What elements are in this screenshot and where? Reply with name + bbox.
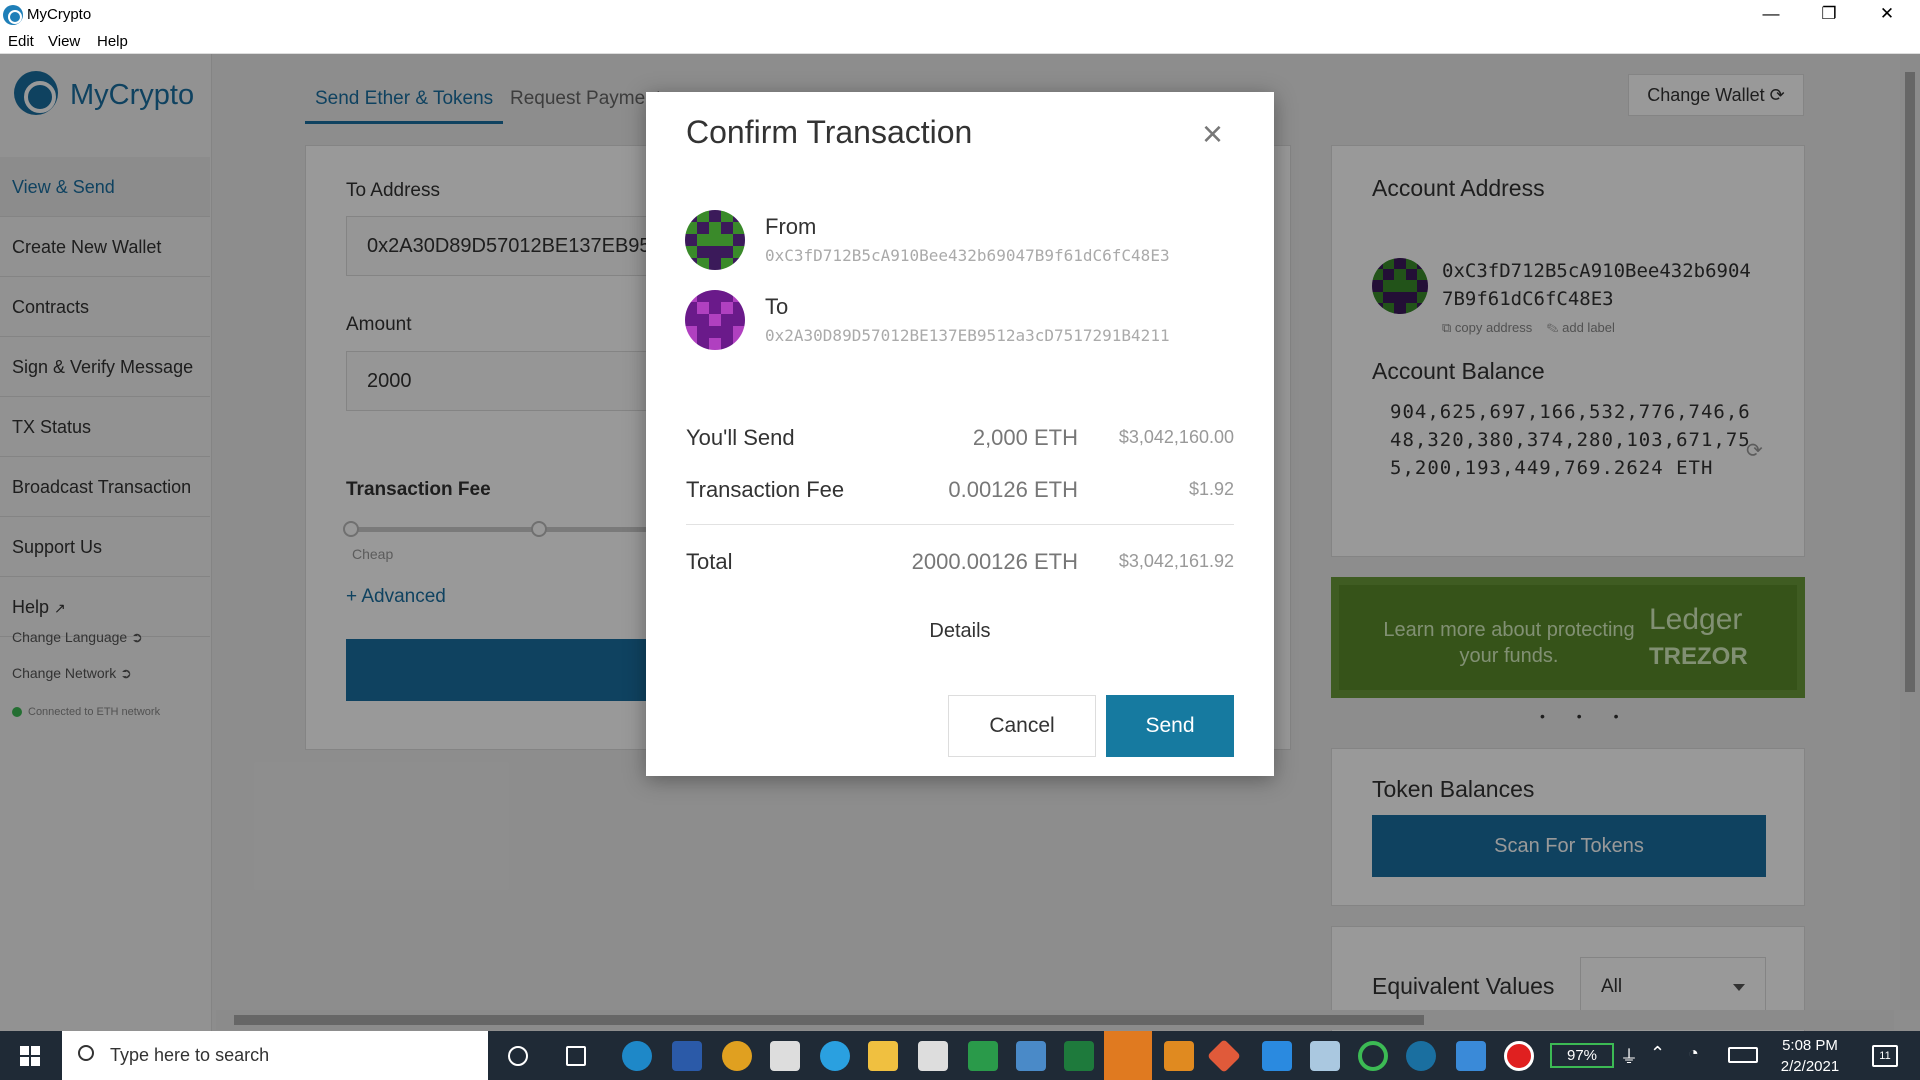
- modal-divider: [686, 524, 1234, 525]
- modal-title: Confirm Transaction: [686, 114, 973, 150]
- menu-help[interactable]: Help: [97, 33, 128, 50]
- wifi-icon[interactable]: ◔: [1688, 1043, 1699, 1064]
- total-label: Total: [686, 549, 733, 574]
- title-bar: MyCrypto — ❐ ✕: [0, 0, 1920, 30]
- file-explorer-icon[interactable]: [868, 1041, 898, 1071]
- close-icon[interactable]: ×: [1202, 116, 1223, 152]
- total-eth: 2000.00126 ETH: [911, 549, 1078, 574]
- fee-label: Transaction Fee: [686, 477, 845, 502]
- edge-icon[interactable]: [622, 1041, 652, 1071]
- you-send-usd: $3,042,160.00: [1118, 427, 1234, 447]
- to-label: To: [765, 294, 789, 319]
- mail-icon[interactable]: [1016, 1041, 1046, 1071]
- excel-icon[interactable]: [1064, 1041, 1094, 1071]
- menu-bar: Edit View Help: [0, 30, 1920, 54]
- app-icon-paper[interactable]: [1310, 1041, 1340, 1071]
- windows-start-button[interactable]: [0, 1031, 60, 1080]
- slack-icon[interactable]: [1104, 1031, 1152, 1080]
- to-address: 0x2A30D89D57012BE137EB9512a3cD7517291B42…: [765, 326, 1170, 345]
- power-plug-icon: ⏚: [1620, 1047, 1638, 1067]
- menu-view[interactable]: View: [48, 33, 80, 50]
- close-window-button[interactable]: ✕: [1858, 0, 1916, 30]
- store-icon[interactable]: [918, 1041, 948, 1071]
- cancel-button[interactable]: Cancel: [948, 695, 1096, 757]
- app-icon-ring[interactable]: [1358, 1041, 1388, 1071]
- clock-date: 2/2/2021: [1780, 1058, 1840, 1075]
- app-icon-x[interactable]: [1164, 1041, 1194, 1071]
- internet-explorer-icon[interactable]: [820, 1041, 850, 1071]
- word-icon[interactable]: [672, 1041, 702, 1071]
- fee-usd: $1.92: [1188, 479, 1234, 499]
- from-label: From: [765, 214, 817, 239]
- from-identicon: [685, 210, 745, 270]
- restore-button[interactable]: ❐: [1800, 0, 1858, 30]
- send-button[interactable]: Send: [1106, 695, 1234, 757]
- to-identicon: [685, 290, 745, 350]
- notification-center-icon[interactable]: 11: [1872, 1045, 1898, 1067]
- clock-time: 5:08 PM: [1782, 1037, 1838, 1054]
- search-icon: [78, 1045, 94, 1061]
- chrome-icon[interactable]: [722, 1041, 752, 1071]
- chevron-up-icon[interactable]: ⌃: [1650, 1043, 1665, 1064]
- keyboard-icon[interactable]: [1728, 1047, 1758, 1063]
- fee-eth: 0.00126 ETH: [948, 477, 1078, 502]
- taskbar-clock[interactable]: 5:08 PM 2/2/2021: [1760, 1035, 1860, 1077]
- details-toggle[interactable]: Details: [646, 620, 1274, 643]
- windows-taskbar: Type here to search 97% ⏚ ⌃ ◔ 5:08 PM 2/…: [0, 1031, 1920, 1080]
- chart-app-icon[interactable]: [968, 1041, 998, 1071]
- git-icon[interactable]: [1207, 1039, 1241, 1073]
- photos-icon[interactable]: [1456, 1041, 1486, 1071]
- cortana-icon[interactable]: [508, 1046, 528, 1066]
- you-send-eth: 2,000 ETH: [972, 425, 1078, 450]
- taskbar-search[interactable]: Type here to search: [62, 1031, 488, 1080]
- mycrypto-taskbar-icon[interactable]: [1406, 1041, 1436, 1071]
- vscode-icon[interactable]: [1262, 1041, 1292, 1071]
- menu-edit[interactable]: Edit: [8, 33, 34, 50]
- window-title: MyCrypto: [27, 6, 92, 23]
- taskbar-search-placeholder: Type here to search: [110, 1045, 270, 1065]
- app-icon-k[interactable]: [770, 1041, 800, 1071]
- from-address: 0xC3fD712B5cA910Bee432b69047B9f61dC6fC48…: [765, 246, 1170, 265]
- task-view-icon[interactable]: [566, 1046, 586, 1066]
- battery-indicator[interactable]: 97%: [1550, 1043, 1614, 1068]
- minimize-button[interactable]: —: [1742, 0, 1800, 30]
- total-usd: $3,042,161.92: [1118, 551, 1234, 571]
- confirm-transaction-modal: Confirm Transaction × From 0xC3fD712B5cA…: [646, 92, 1274, 776]
- record-icon[interactable]: [1504, 1041, 1534, 1071]
- app-icon: [3, 5, 23, 25]
- you-send-label: You'll Send: [686, 425, 795, 450]
